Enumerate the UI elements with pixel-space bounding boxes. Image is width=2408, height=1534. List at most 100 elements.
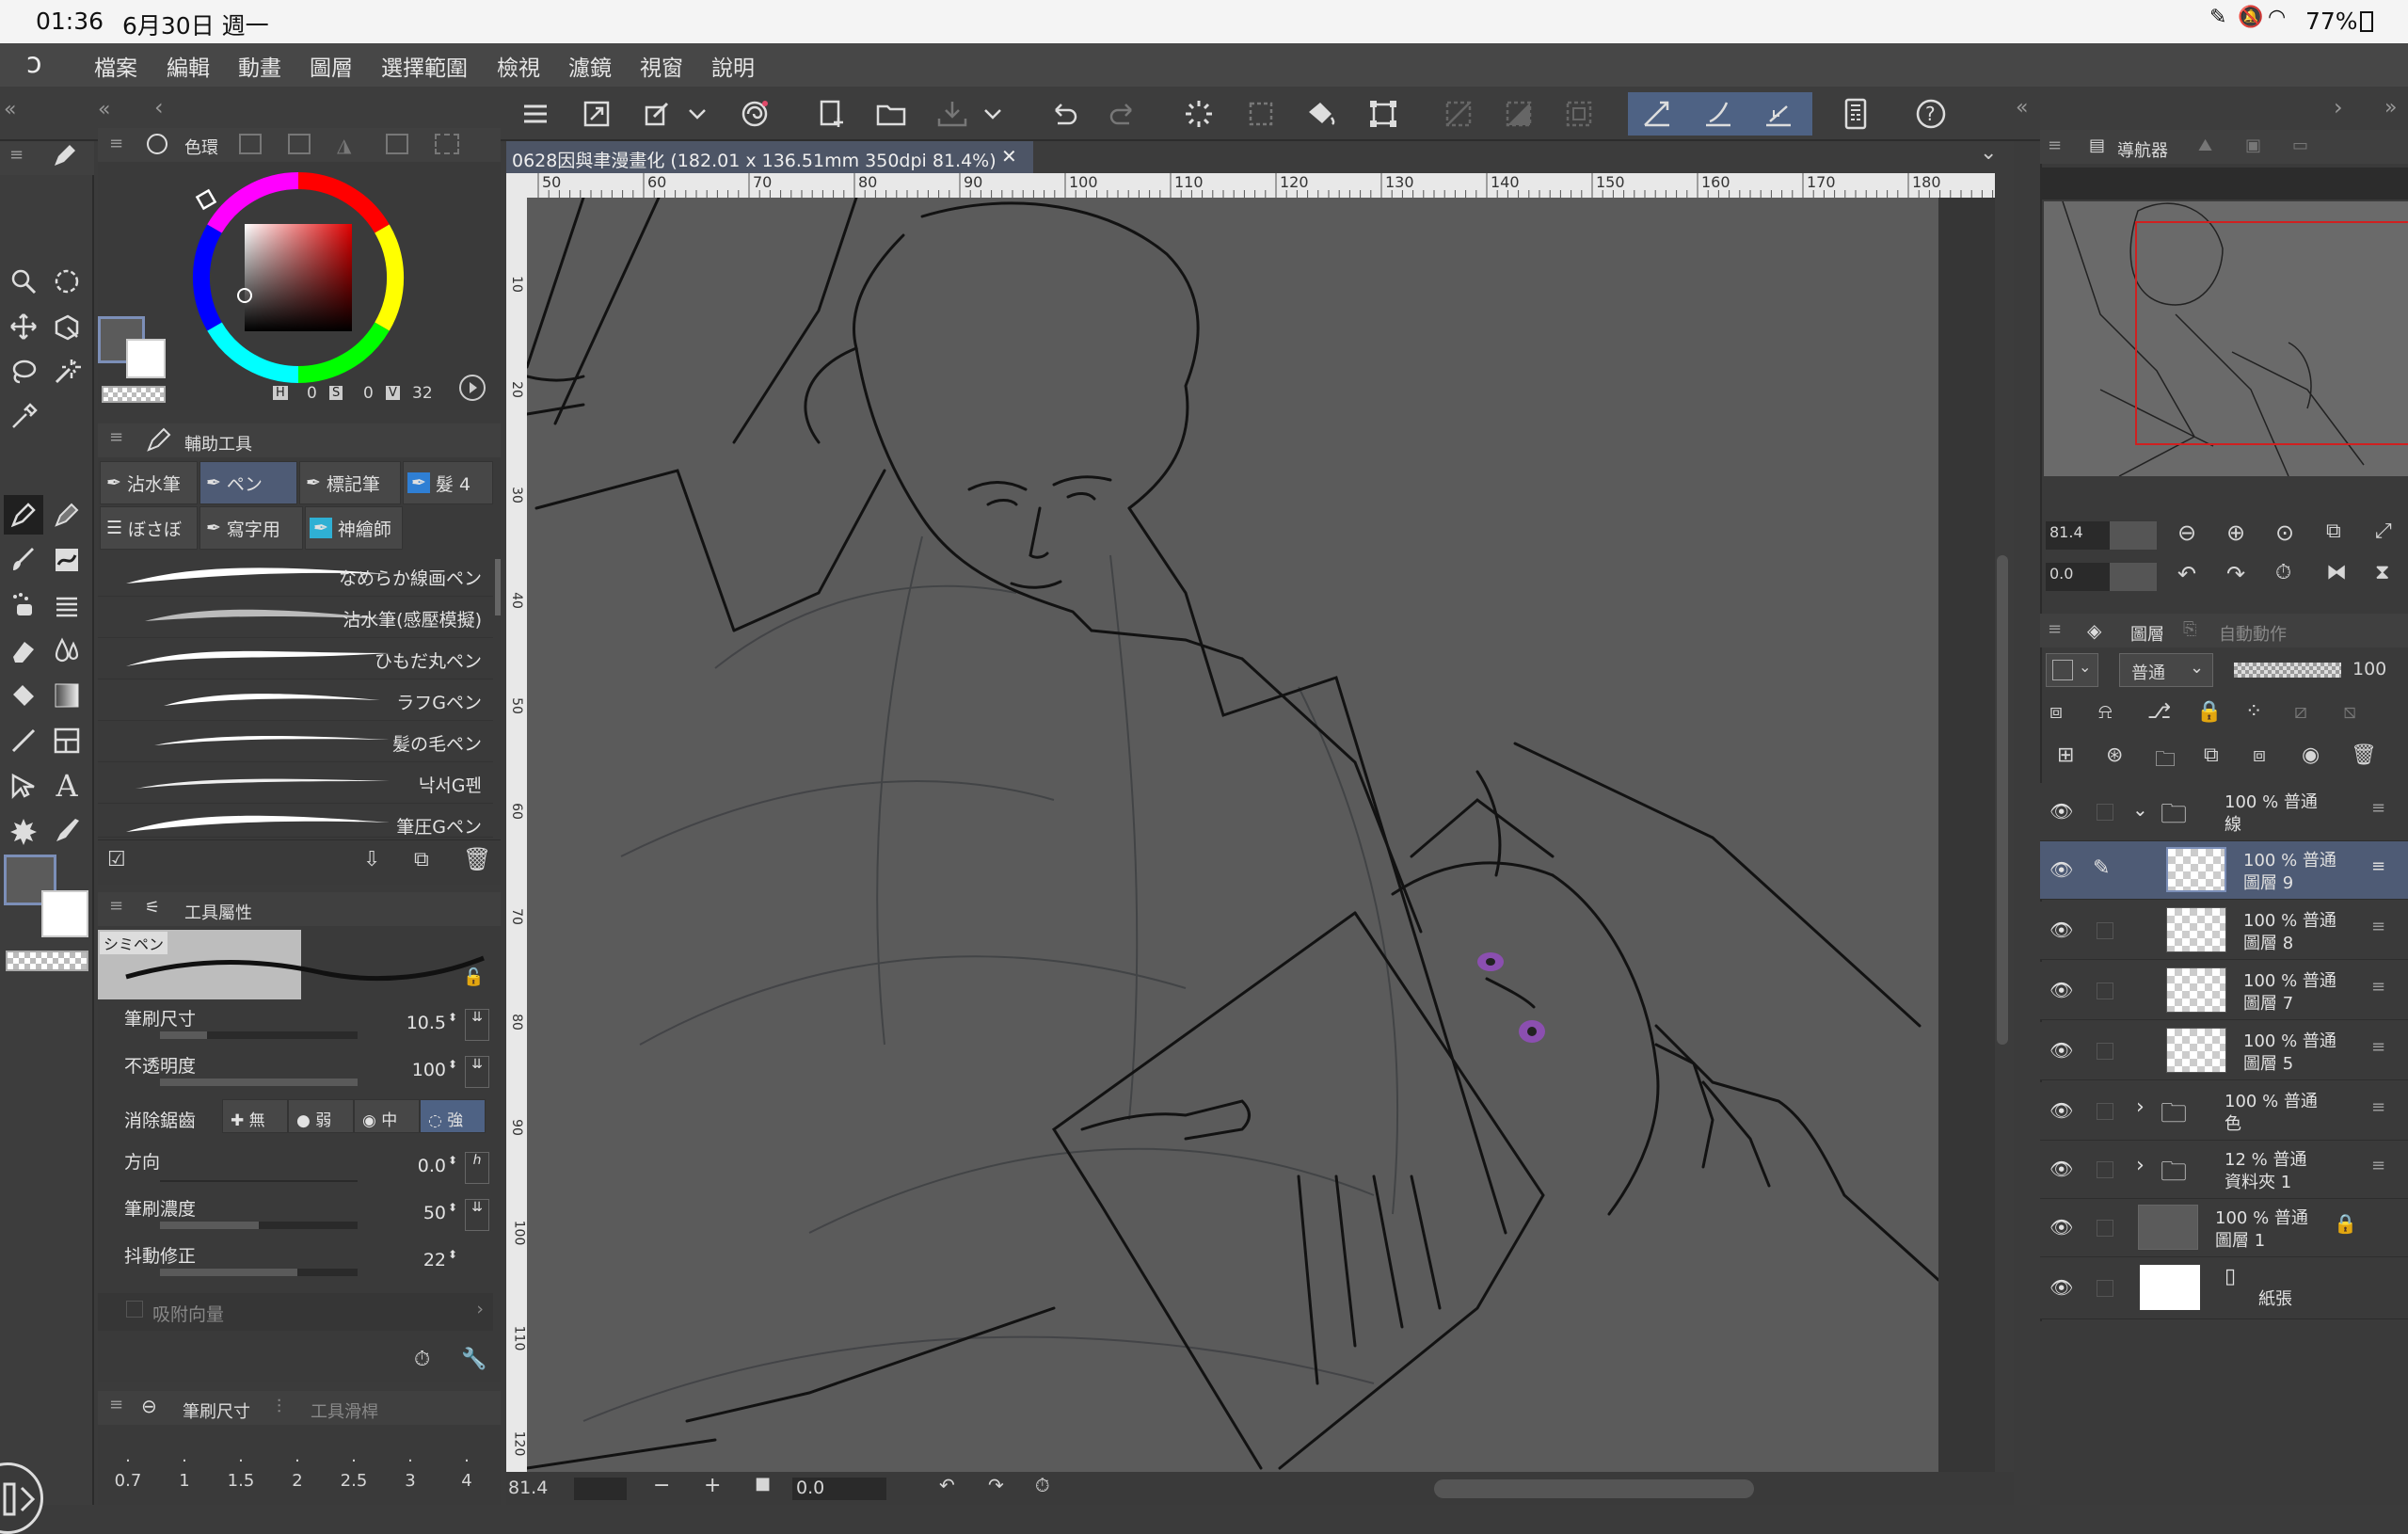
snap-ruler-icon[interactable]: [1635, 92, 1680, 136]
menu-view[interactable]: 檢視: [497, 50, 540, 82]
layer-edit-target[interactable]: [2097, 922, 2113, 939]
transform-icon[interactable]: [1361, 92, 1406, 136]
layer-menu-icon[interactable]: ≡: [2371, 1037, 2385, 1057]
chevron-left-icon[interactable]: ‹: [154, 94, 164, 120]
brush-item[interactable]: 筆圧Gペン: [98, 804, 493, 838]
snap-ruler-special-icon[interactable]: [1696, 92, 1741, 136]
color-history-tab-icon[interactable]: [435, 134, 459, 154]
hide-selection-icon[interactable]: [1436, 92, 1481, 136]
brush-item[interactable]: ひもだ丸ペン: [98, 638, 493, 679]
color-wheel-tab[interactable]: 色環: [184, 135, 218, 159]
size-preset[interactable]: · 1.5: [224, 1430, 258, 1505]
layer-row-9[interactable]: 👁 ✎ 100 % 普通 圖層 9 ≡: [2040, 841, 2408, 900]
layer-opacity-slider[interactable]: [2234, 663, 2341, 678]
eye-icon[interactable]: 👁: [2049, 919, 2073, 941]
menu-window[interactable]: 視窗: [640, 50, 683, 82]
open-folder-icon[interactable]: [869, 92, 915, 136]
brush-list-scrollbar[interactable]: [495, 559, 501, 615]
brush-item[interactable]: 낙서G펜: [98, 762, 493, 804]
layer-edit-target[interactable]: [2097, 804, 2113, 821]
layer-edit-target[interactable]: [2097, 1220, 2113, 1237]
lasso-tool-icon[interactable]: [4, 352, 43, 391]
new-file-icon[interactable]: [809, 92, 854, 136]
reset-tool-icon[interactable]: ⏱: [414, 1348, 430, 1371]
import-subtool-icon[interactable]: ⇩: [363, 848, 380, 871]
layer-row-1[interactable]: 👁 100 % 普通 圖層 1 🔒: [2040, 1199, 2408, 1257]
drag-handle-icon[interactable]: ≡: [9, 145, 24, 165]
fill-tool-icon[interactable]: [4, 676, 43, 715]
lock-icon[interactable]: 🔓: [463, 967, 484, 987]
density-slider[interactable]: [160, 1222, 358, 1229]
new-vector-layer-icon[interactable]: ⊛: [2106, 743, 2123, 767]
edit-pen-icon[interactable]: ✎: [2093, 856, 2110, 880]
zoom-in-icon[interactable]: +: [704, 1474, 721, 1497]
companion-icon[interactable]: [732, 92, 777, 136]
wrench-icon[interactable]: 🔧: [461, 1348, 486, 1371]
drag-handle-icon[interactable]: ≡: [109, 1395, 123, 1414]
layer-lock-icon[interactable]: 🔒: [2334, 1212, 2357, 1235]
size-preset[interactable]: · 3: [393, 1430, 427, 1505]
clear-selection-icon[interactable]: [1238, 92, 1284, 136]
brush-tool-icon[interactable]: [4, 540, 43, 580]
item-bank-tab-icon[interactable]: ▣: [2245, 136, 2261, 155]
brush-size-pressure-icon[interactable]: ⇊: [465, 1009, 489, 1041]
brush-item[interactable]: 沾水筆(感壓模擬): [98, 597, 493, 638]
chevron-right-icon[interactable]: ›: [476, 1299, 484, 1319]
sub-color-swatch[interactable]: [41, 890, 88, 937]
subtool-group-pen[interactable]: ✒ ペン: [199, 461, 297, 504]
decoration-tool-icon[interactable]: [47, 540, 87, 580]
new-folder-icon[interactable]: 🗀: [2155, 743, 2176, 779]
layer-edit-target[interactable]: [2097, 1161, 2113, 1178]
drag-handle-icon[interactable]: ≡: [2048, 136, 2062, 155]
merge-lower-icon[interactable]: ⧈: [2253, 743, 2266, 767]
operation-tool-icon[interactable]: [4, 766, 43, 806]
collapse-canvas-right-icon[interactable]: «: [2016, 96, 2028, 120]
zoom-tool-icon[interactable]: [4, 262, 43, 301]
opacity-stepper-icon[interactable]: ⬍: [448, 1058, 457, 1071]
eye-icon[interactable]: 👁: [2049, 1216, 2073, 1238]
navigator-actual-size-icon[interactable]: ⊙: [2275, 519, 2294, 546]
subtool-settings-icon[interactable]: ☑: [107, 848, 126, 871]
zoom-value[interactable]: 81.4: [508, 1478, 548, 1498]
eraser-tool-icon[interactable]: [4, 631, 43, 670]
snap-vector-checkbox[interactable]: [126, 1301, 143, 1318]
opacity-pressure-icon[interactable]: ⇊: [465, 1056, 489, 1088]
eye-icon[interactable]: 👁: [2049, 800, 2073, 823]
frame-tool-icon[interactable]: [47, 721, 87, 760]
clip-layer-icon[interactable]: ⎇: [2147, 700, 2171, 724]
folder-expand-chevron-icon[interactable]: ⌄: [2132, 798, 2148, 821]
correct-line-icon[interactable]: [47, 811, 87, 851]
canvas-scrollbar-vertical[interactable]: [1997, 555, 2008, 1045]
navigator-fit-icon[interactable]: ⧉: [2326, 519, 2341, 543]
navigator-zoom-value[interactable]: 81.4: [2046, 521, 2110, 550]
subtool-group-writing[interactable]: ✒ 寫字用: [199, 506, 303, 550]
pencil-tool-icon[interactable]: [47, 495, 87, 535]
canvas-scrollbar-horizontal[interactable]: [1434, 1479, 1754, 1498]
flip-horizontal-icon[interactable]: ⧓: [2326, 561, 2347, 584]
gradient-tool-icon[interactable]: [47, 676, 87, 715]
fit-view-icon[interactable]: ■: [755, 1474, 771, 1494]
create-mask-icon[interactable]: ◉: [2302, 743, 2320, 767]
eye-icon[interactable]: 👁: [2049, 979, 2073, 1001]
tab-list-chevron-icon[interactable]: ⌄: [1980, 141, 1997, 165]
folder-collapsed-chevron-icon[interactable]: ›: [2136, 1154, 2145, 1177]
figure-tool-icon[interactable]: [4, 721, 43, 760]
chevron-down-icon[interactable]: [683, 92, 711, 136]
layer-edit-target[interactable]: [2097, 1043, 2113, 1060]
new-raster-layer-icon[interactable]: ⊞: [2057, 743, 2074, 767]
folder-collapsed-chevron-icon[interactable]: ›: [2136, 1095, 2145, 1119]
menu-animation[interactable]: 動畫: [238, 50, 281, 82]
menu-help[interactable]: 說明: [711, 50, 755, 82]
subtool-group-hair[interactable]: ✒ 髮 4: [403, 461, 493, 504]
navigator-fit-window-icon[interactable]: ⤢: [2375, 519, 2392, 543]
subtool-group-marker[interactable]: ✒ 標記筆: [299, 461, 401, 504]
collapse-panel-icon[interactable]: «: [98, 98, 110, 121]
eyedropper-icon[interactable]: [4, 397, 43, 437]
navigator-tab[interactable]: 導航器: [2117, 137, 2168, 162]
direction-input-icon[interactable]: ℎ: [465, 1152, 489, 1184]
drag-handle-icon[interactable]: ≡: [2048, 619, 2062, 639]
drag-handle-icon[interactable]: ≡: [109, 427, 123, 447]
intermediate-color-tab-icon[interactable]: ◮: [337, 134, 351, 156]
navigator-angle-slider[interactable]: [2110, 563, 2157, 591]
magic-wand-icon[interactable]: [47, 352, 87, 391]
